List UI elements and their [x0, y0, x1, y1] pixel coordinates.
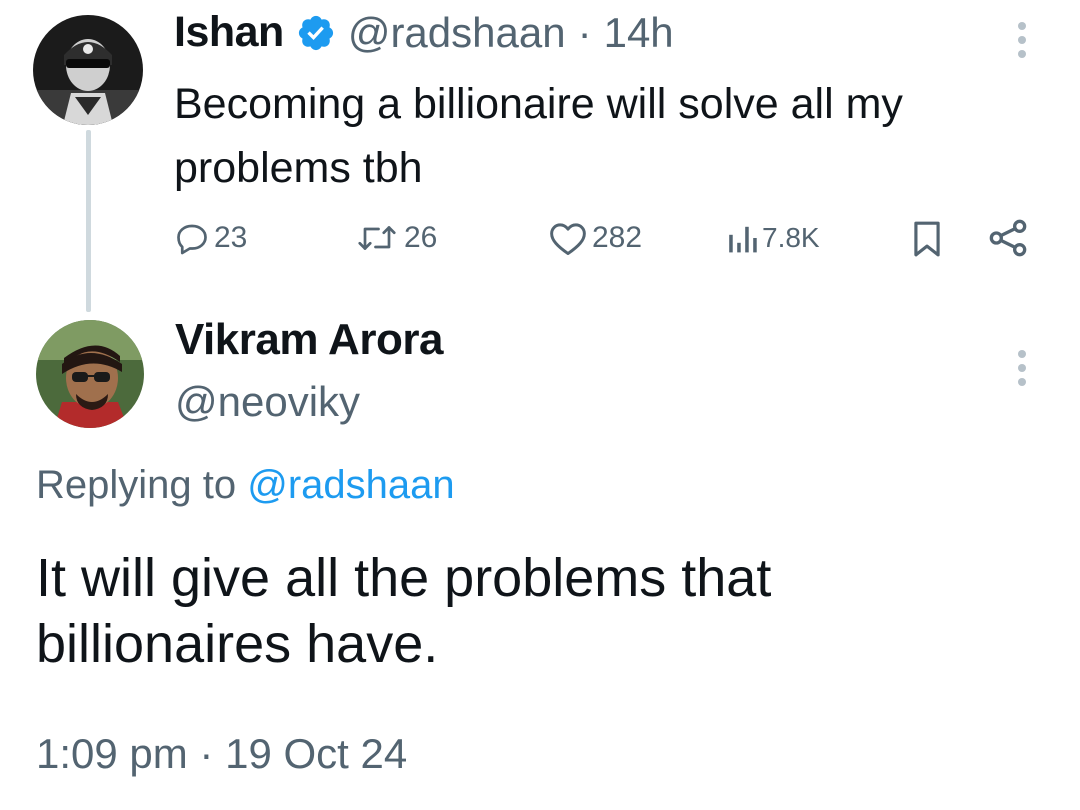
- replying-to-line: Replying to @radshaan: [36, 463, 455, 508]
- reply-author-avatar[interactable]: [36, 320, 144, 428]
- parent-tweet-text: Becoming a billionaire will solve all my…: [174, 80, 903, 192]
- parent-tweet-header: Ishan @radshaan · 14h: [174, 8, 674, 57]
- reply-author-name[interactable]: Vikram Arora: [175, 315, 443, 365]
- replying-to-handle-link[interactable]: @radshaan: [247, 463, 454, 507]
- like-icon: [550, 223, 586, 256]
- reply-button[interactable]: 23: [174, 220, 247, 256]
- like-button[interactable]: 282: [548, 220, 642, 256]
- parent-more-options-icon[interactable]: [1016, 22, 1028, 58]
- parent-author-avatar[interactable]: [33, 15, 143, 125]
- parent-time-ago[interactable]: 14h: [604, 9, 674, 57]
- parent-author-name[interactable]: Ishan: [174, 8, 284, 57]
- reply-tweet-text: It will give all the problems that billi…: [36, 548, 772, 674]
- views-count: 7.8K: [762, 222, 820, 253]
- verified-badge-icon: [298, 15, 333, 50]
- reply-count: 23: [214, 221, 248, 254]
- reply-icon: [177, 224, 207, 255]
- reply-more-options-icon[interactable]: [1016, 350, 1028, 386]
- separator-dot: ·: [577, 8, 592, 56]
- parent-author-handle[interactable]: @radshaan: [348, 9, 566, 57]
- like-count: 282: [592, 221, 643, 254]
- thread-connector-line: [86, 130, 91, 312]
- share-button[interactable]: [988, 218, 1028, 258]
- replying-to-label: Replying to: [36, 463, 237, 507]
- bookmark-button[interactable]: [910, 220, 944, 258]
- bookmark-icon: [914, 221, 940, 257]
- reply-timestamp[interactable]: 1:09 pm · 19 Oct 24: [36, 730, 407, 778]
- share-icon: [989, 219, 1027, 257]
- views-button[interactable]: 7.8K: [726, 220, 820, 256]
- retweet-count: 26: [404, 221, 438, 254]
- retweet-icon: [358, 226, 396, 250]
- reply-author-handle[interactable]: @neoviky: [175, 378, 360, 426]
- views-icon: [729, 226, 757, 253]
- retweet-button[interactable]: 26: [354, 220, 437, 256]
